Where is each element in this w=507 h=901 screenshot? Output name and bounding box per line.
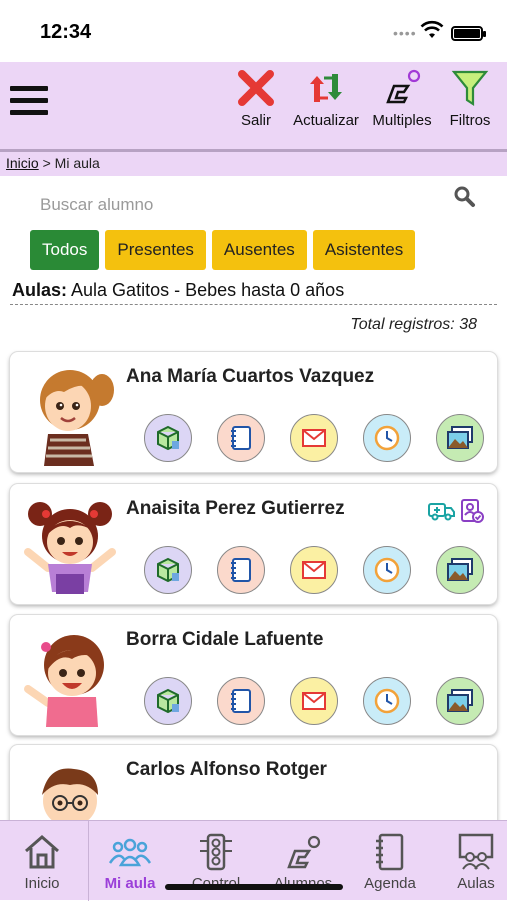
student-card[interactable]: Anaisita Perez Gutierrez — [10, 484, 497, 604]
menu-icon[interactable] — [10, 86, 48, 120]
aulas-label: Aulas: — [12, 280, 68, 300]
status-bar: 12:34 •••• — [0, 0, 507, 62]
breadcrumb: Inicio > Mi aula — [0, 152, 507, 176]
mail-icon[interactable] — [290, 546, 338, 594]
gallery-icon[interactable] — [436, 414, 484, 462]
box-icon[interactable] — [144, 414, 192, 462]
tab-inicio[interactable]: Inicio — [0, 821, 84, 901]
multiples-label: Multiples — [372, 112, 432, 129]
search-input[interactable] — [30, 190, 430, 220]
traffic-light-icon — [200, 833, 232, 871]
refresh-arrows-icon — [310, 74, 342, 102]
student-name: Anaisita Perez Gutierrez — [126, 498, 345, 519]
filter-funnel-icon — [451, 70, 489, 107]
aulas-info: Aulas: Aula Gatitos - Bebes hasta 0 años — [12, 280, 344, 301]
close-icon — [238, 70, 274, 106]
clock-icon[interactable] — [363, 546, 411, 594]
gallery-icon[interactable] — [436, 546, 484, 594]
salir-button[interactable]: Salir — [234, 68, 278, 129]
tab-aulas-label: Aulas — [457, 875, 495, 892]
classroom-icon — [458, 833, 494, 870]
student-avatar-girl — [40, 370, 114, 466]
breadcrumb-current: Mi aula — [54, 155, 100, 171]
filter-button-group: Todos Presentes Ausentes Asistentes — [30, 230, 416, 270]
student-hand-icon — [287, 835, 321, 869]
tab-agenda-label: Agenda — [364, 875, 416, 892]
tab-aulas[interactable]: Aulas — [434, 821, 507, 901]
breadcrumb-home-link[interactable]: Inicio — [6, 155, 39, 171]
filtros-label: Filtros — [449, 112, 491, 129]
multiples-button[interactable]: Multiples — [369, 68, 435, 129]
home-icon — [25, 835, 59, 869]
status-time: 12:34 — [40, 21, 92, 43]
signal-icon: •••• — [393, 25, 417, 41]
filtros-button[interactable]: Filtros — [444, 68, 496, 129]
actualizar-button[interactable]: Actualizar — [290, 68, 362, 129]
top-toolbar: Salir Actualizar Multiples Filtros — [0, 62, 507, 152]
mail-icon[interactable] — [290, 414, 338, 462]
notebook-icon[interactable] — [217, 414, 265, 462]
battery-icon — [451, 26, 486, 41]
student-avatar-girl — [24, 502, 116, 594]
student-name: Ana María Cuartos Vazquez — [126, 366, 375, 387]
student-badges — [427, 498, 485, 524]
group-people-icon — [108, 838, 152, 867]
authorized-person-icon — [461, 499, 484, 523]
ambulance-icon — [428, 503, 455, 521]
multiple-select-icon — [386, 69, 421, 104]
box-icon[interactable] — [144, 677, 192, 725]
breadcrumb-separator: > — [38, 155, 55, 171]
aulas-value: Aula Gatitos - Bebes hasta 0 años — [71, 280, 345, 300]
tab-agenda[interactable]: Agenda — [348, 821, 432, 901]
divider — [10, 304, 497, 305]
tab-mi-aula-label: Mi aula — [104, 875, 156, 892]
student-card[interactable]: Borra Cidale Lafuente — [10, 615, 497, 735]
tab-inicio-label: Inicio — [24, 875, 60, 892]
search-bar — [30, 186, 480, 222]
mail-icon[interactable] — [290, 677, 338, 725]
notebook-icon[interactable] — [217, 677, 265, 725]
student-card[interactable]: Ana María Cuartos Vazquez — [10, 352, 497, 472]
home-indicator — [165, 884, 343, 890]
student-actions — [144, 414, 484, 462]
gallery-icon[interactable] — [436, 677, 484, 725]
notebook-icon[interactable] — [217, 546, 265, 594]
box-icon[interactable] — [144, 546, 192, 594]
filter-asistentes-button[interactable]: Asistentes — [312, 230, 416, 270]
agenda-icon — [376, 833, 404, 871]
filter-presentes-button[interactable]: Presentes — [105, 230, 206, 270]
wifi-icon — [420, 20, 444, 38]
search-icon[interactable] — [454, 186, 476, 208]
student-actions — [144, 677, 484, 725]
filter-todos-button[interactable]: Todos — [30, 230, 100, 270]
student-name: Carlos Alfonso Rotger — [126, 759, 327, 780]
total-records: Total registros: 38 — [350, 316, 477, 333]
tab-mi-aula[interactable]: Mi aula — [88, 821, 172, 901]
filter-ausentes-button[interactable]: Ausentes — [211, 230, 307, 270]
student-actions — [144, 546, 484, 594]
student-avatar-girl — [24, 635, 104, 727]
actualizar-label: Actualizar — [293, 112, 359, 129]
student-name: Borra Cidale Lafuente — [126, 629, 324, 650]
salir-label: Salir — [240, 112, 271, 129]
clock-icon[interactable] — [363, 414, 411, 462]
clock-icon[interactable] — [363, 677, 411, 725]
